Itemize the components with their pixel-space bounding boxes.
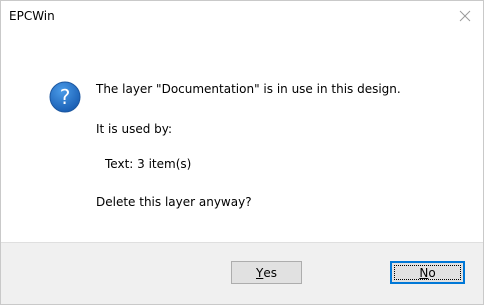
svg-text:?: ?: [60, 85, 71, 109]
no-label-rest: o: [428, 265, 436, 280]
button-bar: Yes No: [1, 242, 483, 304]
title-bar[interactable]: EPCWin: [1, 1, 483, 31]
message-line-2: It is used by:: [96, 122, 173, 136]
no-button[interactable]: No: [390, 261, 465, 284]
dialog-window: EPCWin ? The layer "Documentation" is in…: [0, 0, 484, 305]
yes-label-rest: es: [263, 265, 277, 280]
close-icon: [459, 10, 471, 22]
close-button[interactable]: [447, 1, 483, 31]
yes-mnemonic: Y: [256, 265, 264, 280]
yes-button[interactable]: Yes: [231, 261, 302, 284]
message-line-4: Delete this layer anyway?: [96, 195, 252, 209]
window-title: EPCWin: [9, 9, 55, 23]
no-mnemonic: N: [419, 265, 429, 280]
message-line-3: Text: 3 item(s): [105, 157, 192, 171]
dialog-content: ? The layer "Documentation" is in use in…: [1, 31, 483, 242]
message-line-1: The layer "Documentation" is in use in t…: [96, 82, 401, 96]
question-icon: ?: [49, 81, 81, 113]
